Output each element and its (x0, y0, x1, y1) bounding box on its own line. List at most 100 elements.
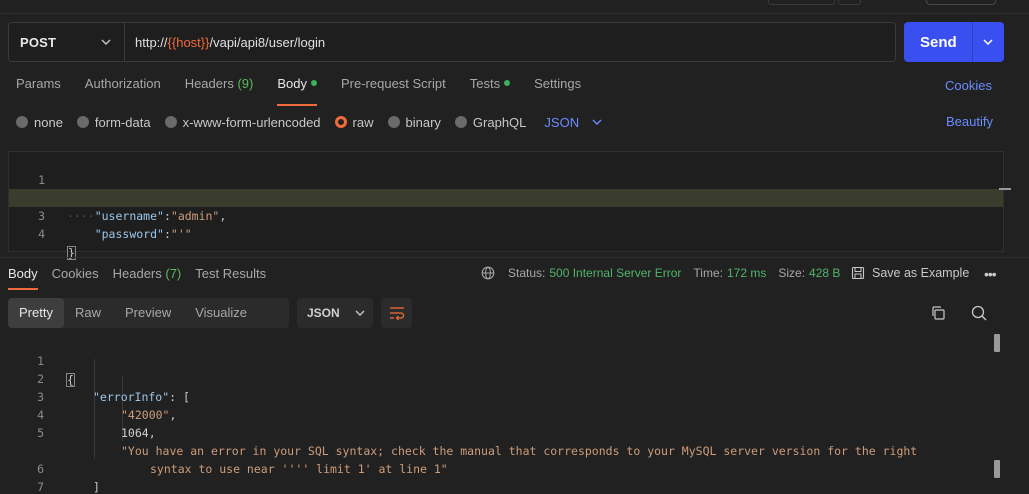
raw-format-select[interactable]: JSON (544, 115, 603, 130)
size-info[interactable]: Size: 428 B (778, 266, 840, 280)
tab-response-headers[interactable]: Headers (7) (113, 266, 182, 284)
tab-pre-request-script[interactable]: Pre-request Script (341, 76, 446, 96)
code-line: 5 "You have an error in your SQL syntax;… (8, 406, 1004, 458)
cookies-link[interactable]: Cookies (945, 78, 992, 93)
view-raw[interactable]: Raw (64, 298, 112, 328)
response-tabs: Body Cookies Headers (7) Test Results (8, 266, 280, 290)
status-info[interactable]: Status: 500 Internal Server Error (508, 266, 681, 280)
radio-label: form-data (94, 114, 151, 130)
time-value: 172 ms (726, 266, 767, 280)
code-line: 3 "42000", (8, 370, 1004, 422)
wrap-lines-button[interactable] (381, 298, 412, 328)
tab-headers-count: (9) (237, 76, 254, 91)
radio-circle (16, 116, 28, 128)
body-status-dot (310, 80, 317, 86)
search-icon[interactable] (970, 304, 988, 322)
save-as-example-button[interactable]: Save as Example (851, 266, 969, 280)
url-path: /vapi/api8/user/login (209, 34, 326, 50)
radio-binary[interactable]: binary (387, 114, 441, 130)
send-label: Send (920, 33, 957, 51)
json-string: "'" (170, 227, 192, 241)
toolbar-button-partial[interactable] (926, 0, 996, 5)
chevron-down-icon (355, 310, 365, 316)
radio-form-data[interactable]: form-data (76, 114, 151, 130)
scrollbar-thumb[interactable] (994, 460, 1000, 478)
response-format-select[interactable]: JSON (297, 298, 373, 328)
radio-label: none (34, 114, 63, 130)
radio-circle (76, 116, 89, 128)
globe-icon[interactable] (481, 266, 495, 280)
code-line: 1 { (9, 153, 1003, 206)
send-divider (972, 22, 973, 62)
code-line: 6 ] (8, 442, 1004, 494)
scrollbar-thumb[interactable] (994, 334, 1000, 352)
response-body-viewer[interactable]: 1 { 2 "errorInfo": [ 3 "42000", 4 1064, … (8, 333, 1004, 494)
url-input[interactable]: http://{{host}}/vapi/api8/user/login (125, 35, 325, 50)
code-line: 2 ····"username":"admin", (9, 171, 1003, 223)
copy-icon[interactable] (930, 305, 946, 321)
radio-circle (454, 116, 467, 128)
more-options-icon[interactable]: ••• (984, 266, 997, 282)
radio-none[interactable]: none (16, 115, 63, 130)
method-label: POST (20, 34, 57, 50)
code-line: 2 "errorInfo": [ (8, 352, 1004, 404)
response-meta: Status: 500 Internal Server Error Time: 17… (481, 266, 852, 280)
tab-tests[interactable]: Tests (469, 76, 511, 96)
radio-x-www-form-urlencoded[interactable]: x-www-form-urlencoded (164, 115, 321, 130)
code-line: 7 } (8, 460, 1004, 494)
chevron-down-icon[interactable] (982, 36, 994, 48)
radio-circle (387, 116, 400, 128)
tab-params[interactable]: Params (16, 76, 61, 96)
radio-raw[interactable]: raw (334, 114, 374, 130)
tab-headers[interactable]: Headers (9) (185, 76, 254, 96)
send-button[interactable]: Send (904, 22, 1004, 62)
top-toolbar-strip (0, 0, 1029, 14)
chevron-down-icon (592, 119, 602, 125)
method-select[interactable]: POST (9, 23, 125, 61)
view-preview[interactable]: Preview (112, 298, 184, 328)
tab-body[interactable]: Body (277, 76, 317, 106)
save-icon (851, 266, 865, 280)
view-visualize[interactable]: Visualize (184, 298, 258, 328)
radio-label: raw (352, 114, 374, 130)
toolbar-button-partial[interactable] (838, 0, 861, 5)
line-number: 7 (37, 480, 44, 494)
request-body-editor[interactable]: 1 { 2 ····"username":"admin", 3 "passwor… (8, 151, 1011, 260)
url-prefix: http:// (135, 34, 168, 50)
time-info[interactable]: Time: 172 ms (693, 266, 766, 280)
view-mode-group: Pretty Raw Preview Visualize (8, 298, 289, 328)
code-line: 4 } (9, 207, 1003, 260)
beautify-link[interactable]: Beautify (946, 114, 993, 129)
tab-authorization[interactable]: Authorization (85, 76, 161, 96)
view-pretty[interactable]: Pretty (8, 298, 64, 328)
tab-test-results[interactable]: Test Results (195, 266, 266, 284)
tab-response-cookies[interactable]: Cookies (52, 266, 99, 284)
raw-format-label: JSON (544, 114, 580, 130)
section-divider (0, 257, 1029, 258)
line-content: "password":"'" (94, 227, 192, 241)
line-content: ] (93, 478, 100, 494)
code-line-wrapped: syntax to use near '''' limit 1' at line… (8, 424, 1004, 476)
radio-label: GraphQL (472, 114, 527, 130)
body-type-options: none form-data x-www-form-urlencoded raw… (16, 113, 603, 131)
toolbar-button-partial[interactable] (768, 0, 835, 5)
save-label: Save as Example (872, 266, 970, 280)
request-tabs: Params Authorization Headers (9) Body Pr… (16, 76, 605, 106)
radio-graphql[interactable]: GraphQL (454, 114, 527, 130)
chevron-down-icon (101, 39, 111, 45)
code-line-highlighted: 3 "password":"'" (9, 189, 1003, 241)
tab-tests-label: Tests (469, 76, 501, 91)
tab-settings[interactable]: Settings (534, 76, 581, 96)
radio-label: binary (405, 114, 441, 130)
response-format-label: JSON (307, 306, 340, 320)
code-line: 1 { (8, 334, 1004, 387)
code-line: 4 1064, (8, 388, 1004, 440)
time-label: Time: (693, 266, 723, 280)
size-value: 428 B (809, 266, 841, 280)
editor-scroll-marker[interactable] (999, 188, 1011, 190)
tab-response-body[interactable]: Body (8, 266, 38, 290)
radio-circle (164, 116, 177, 128)
line-number: 4 (38, 227, 45, 241)
url-bar: POST http://{{host}}/vapi/api8/user/logi… (8, 22, 896, 62)
line-content: } (67, 243, 76, 261)
